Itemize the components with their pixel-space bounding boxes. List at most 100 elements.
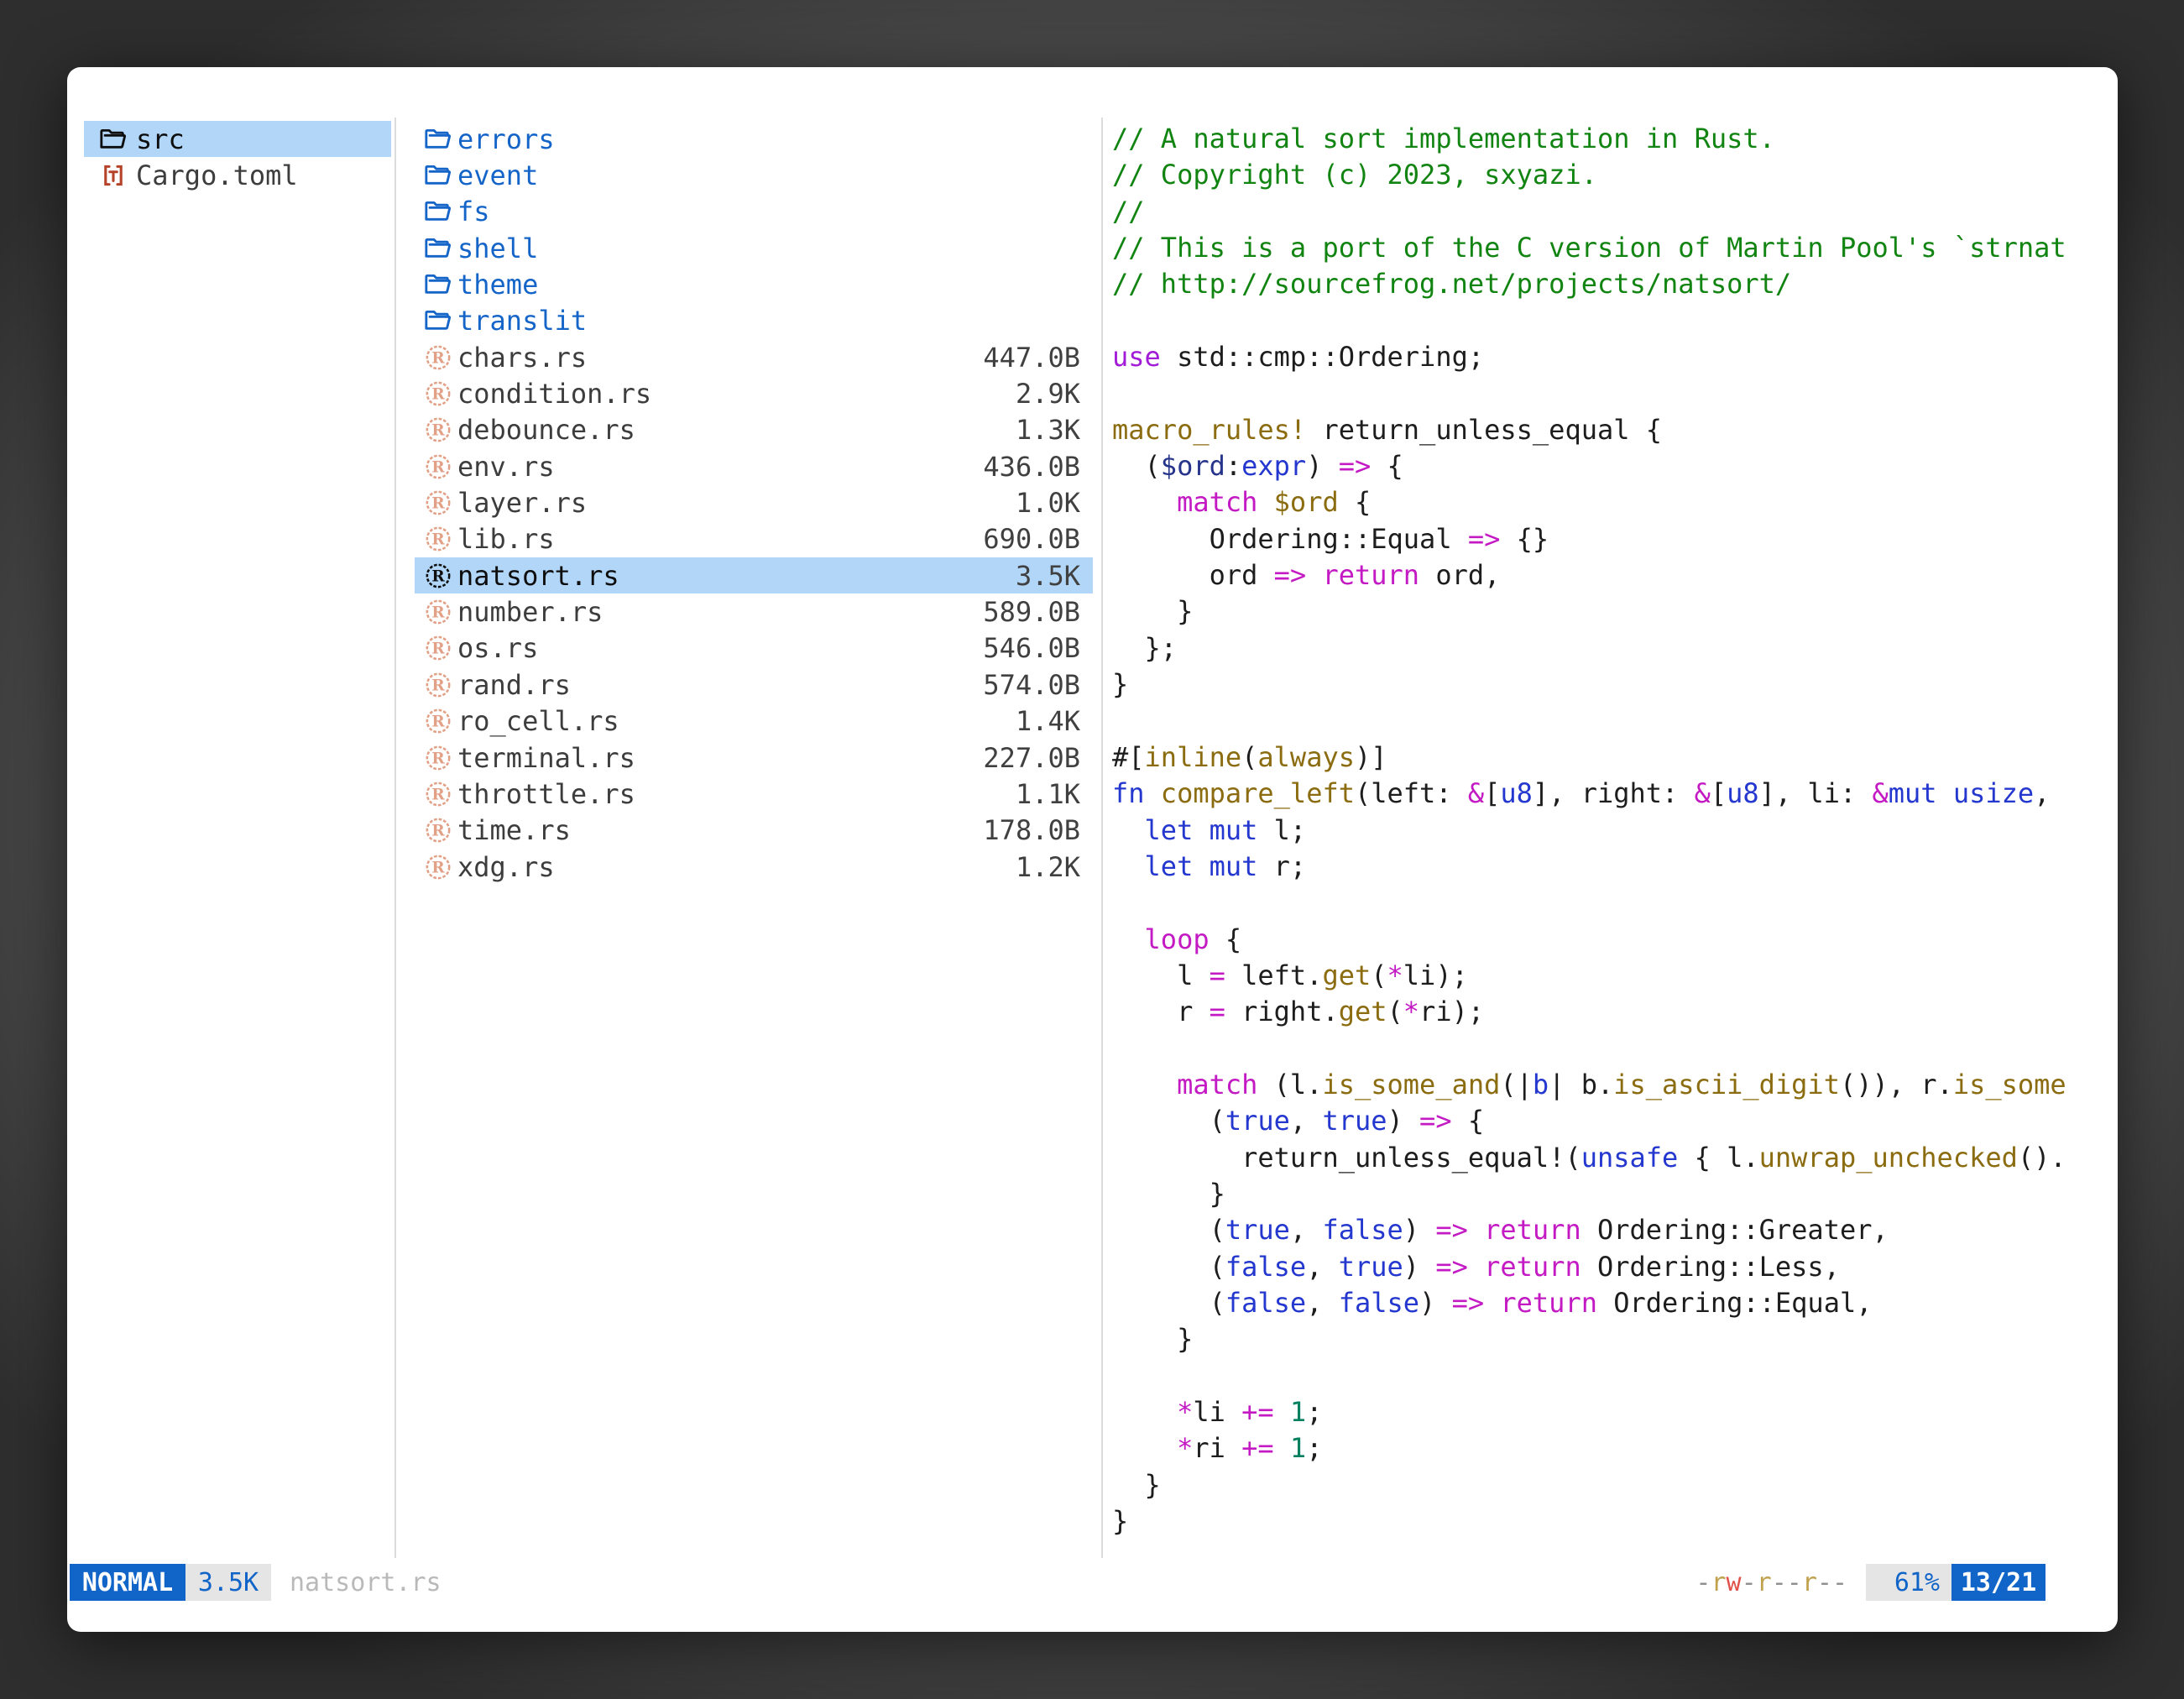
file-name: xdg.rs [457, 851, 555, 883]
file-name: src [136, 123, 185, 155]
file-name: number.rs [457, 596, 603, 628]
status-filename: natsort.rs [290, 1564, 442, 1601]
file-size: 589.0B [983, 596, 1093, 628]
rust-file-icon: R [424, 816, 452, 844]
code-line: *ri += 1; [1112, 1430, 2116, 1466]
svg-text:R: R [431, 386, 445, 404]
folder-icon [424, 161, 452, 190]
file-row[interactable]: Rxdg.rs1.2K [415, 849, 1093, 885]
file-preview-pane: // A natural sort implementation in Rust… [1112, 121, 2116, 1558]
svg-text:R: R [431, 495, 445, 513]
code-line: ($ord:expr) => { [1112, 448, 2116, 484]
rust-file-icon: R [424, 416, 452, 444]
scroll-percent-badge: 61% [1866, 1564, 1951, 1601]
file-row[interactable]: Rlayer.rs1.0K [415, 484, 1093, 520]
dir-row[interactable]: theme [415, 266, 1093, 302]
rust-file-icon: R [424, 744, 452, 772]
file-name: event [457, 159, 538, 191]
file-size: 178.0B [983, 814, 1093, 846]
file-name: chars.rs [457, 342, 587, 374]
rust-file-icon: R [424, 671, 452, 699]
rust-file-icon: R [424, 853, 452, 881]
permissions-indicator: -rw-r--r-- [1695, 1564, 1847, 1601]
dir-row[interactable]: shell [415, 230, 1093, 266]
dir-row[interactable]: errors [415, 121, 1093, 157]
code-line: } [1112, 1176, 2116, 1212]
file-row[interactable]: Cargo.toml [84, 157, 391, 193]
yazi-window: src Cargo.toml errorseventfsshellthemetra… [67, 67, 2118, 1632]
svg-text:R: R [431, 567, 445, 585]
file-size: 574.0B [983, 669, 1093, 701]
file-row[interactable]: Rthrottle.rs1.1K [415, 776, 1093, 812]
dir-row[interactable]: event [415, 157, 1093, 193]
code-line: (false, false) => return Ordering::Equal… [1112, 1285, 2116, 1321]
code-line: (true, true) => { [1112, 1103, 2116, 1139]
file-size: 1.3K [1016, 414, 1093, 446]
file-size: 2.9K [1016, 378, 1093, 410]
svg-text:R: R [431, 714, 445, 731]
code-line: let mut l; [1112, 813, 2116, 849]
dir-row[interactable]: src [84, 121, 391, 157]
svg-text:R: R [431, 531, 445, 549]
code-line [1112, 885, 2116, 921]
rust-file-icon: R [424, 343, 452, 372]
file-size: 1.4K [1016, 705, 1093, 737]
code-line: } [1112, 593, 2116, 630]
rust-file-icon: R [424, 489, 452, 517]
code-line [1112, 1031, 2116, 1067]
code-line: use std::cmp::Ordering; [1112, 339, 2116, 375]
file-name: terminal.rs [457, 742, 635, 774]
code-line: fn compare_left(left: &[u8], right: &[u8… [1112, 776, 2116, 812]
file-row[interactable]: Renv.rs436.0B [415, 448, 1093, 484]
file-size: 3.5K [1016, 560, 1093, 592]
code-line: } [1112, 1467, 2116, 1503]
rust-file-icon: R [424, 707, 452, 735]
file-row[interactable]: Rcondition.rs2.9K [415, 375, 1093, 411]
svg-text:R: R [431, 750, 445, 767]
pane-divider-right [1101, 118, 1103, 1558]
file-size-badge: 3.5K [185, 1564, 271, 1601]
file-row[interactable]: Rrand.rs574.0B [415, 667, 1093, 703]
code-line: // [1112, 194, 2116, 230]
svg-text:R: R [431, 786, 445, 803]
rust-file-icon: R [424, 562, 452, 590]
code-line: macro_rules! return_unless_equal { [1112, 412, 2116, 448]
file-name: natsort.rs [457, 560, 619, 592]
code-line: // http://sourcefrog.net/projects/natsor… [1112, 266, 2116, 302]
code-line [1112, 703, 2116, 740]
cursor-position-badge: 13/21 [1951, 1564, 2046, 1601]
rust-file-icon: R [424, 452, 452, 481]
mode-badge: NORMAL [70, 1564, 185, 1601]
code-line: *li += 1; [1112, 1394, 2116, 1430]
code-line: (true, false) => return Ordering::Greate… [1112, 1212, 2116, 1248]
rust-file-icon: R [424, 525, 452, 553]
rust-file-icon: R [424, 780, 452, 808]
file-row[interactable]: Rlib.rs690.0B [415, 521, 1093, 557]
dir-row[interactable]: fs [415, 194, 1093, 230]
file-row[interactable]: Rnumber.rs 589.0B [415, 593, 1093, 630]
file-row[interactable]: Rnatsort.rs 3.5K [415, 557, 1093, 593]
file-row[interactable]: Rchars.rs447.0B [415, 339, 1093, 375]
svg-text:R: R [431, 422, 445, 440]
code-line: Ordering::Equal => {} [1112, 521, 2116, 557]
current-directory-pane: errorseventfsshellthemetranslitRchars.rs… [415, 121, 1093, 885]
status-bar: NORMAL 3.5K natsort.rs -rw-r--r-- 61% 13… [67, 1564, 2118, 1601]
code-line: } [1112, 667, 2116, 703]
file-row[interactable]: Rterminal.rs227.0B [415, 740, 1093, 776]
file-row[interactable]: Rro_cell.rs1.4K [415, 703, 1093, 740]
rust-file-icon: R [424, 379, 452, 408]
file-name: shell [457, 233, 538, 264]
file-name: layer.rs [457, 487, 587, 519]
code-line: // Copyright (c) 2023, sxyazi. [1112, 157, 2116, 193]
file-row[interactable]: Ros.rs546.0B [415, 630, 1093, 667]
code-line: } [1112, 1503, 2116, 1540]
file-row[interactable]: Rtime.rs178.0B [415, 813, 1093, 849]
file-size: 1.1K [1016, 778, 1093, 810]
code-line [1112, 375, 2116, 411]
svg-text:R: R [431, 604, 445, 622]
code-line: ord => return ord, [1112, 557, 2116, 593]
file-name: Cargo.toml [136, 159, 298, 191]
parent-directory-pane: src Cargo.toml [84, 121, 391, 194]
dir-row[interactable]: translit [415, 303, 1093, 339]
file-row[interactable]: Rdebounce.rs1.3K [415, 412, 1093, 448]
